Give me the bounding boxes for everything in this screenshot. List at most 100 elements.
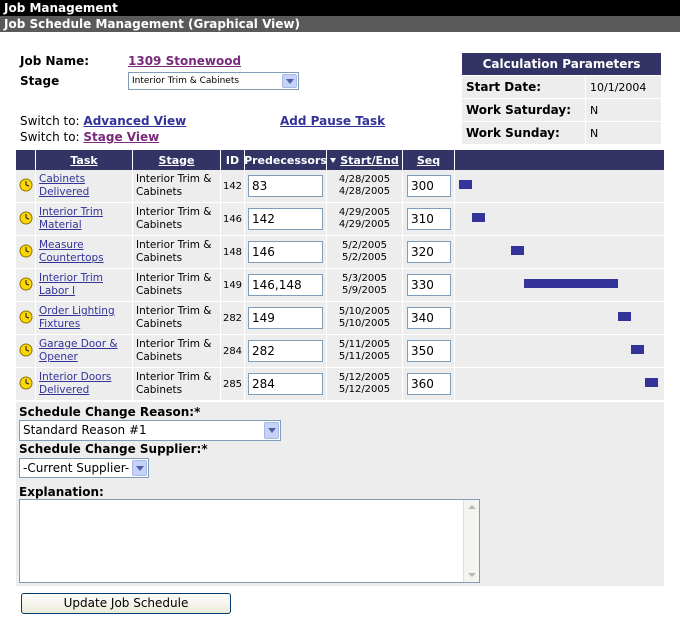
clock-icon [19, 277, 33, 294]
predecessors-input[interactable]: 146 [248, 241, 323, 263]
table-row: Interior Trim Labor I Interior Trim & Cab… [16, 269, 664, 302]
seq-cell: 320 [403, 236, 455, 268]
header-predecessors: Predecessors [244, 150, 327, 170]
gantt-bar [631, 345, 644, 354]
chevron-down-icon [264, 422, 279, 439]
header-task: Task [36, 150, 133, 170]
task-link[interactable]: Interior Trim Material [39, 206, 103, 231]
seq-input[interactable]: 300 [407, 175, 451, 197]
seq-input[interactable]: 350 [407, 340, 451, 362]
gantt-cell [455, 368, 664, 400]
gantt-cell [455, 302, 664, 334]
start-end-cell: 5/3/2005 5/9/2005 [327, 269, 403, 301]
calculation-parameters-panel: Calculation Parameters Start Date: 10/1/… [462, 53, 661, 144]
seq-cell: 310 [403, 203, 455, 235]
gantt-cell [455, 170, 664, 202]
calc-title: Calculation Parameters [462, 53, 661, 75]
seq-input[interactable]: 330 [407, 274, 451, 296]
predecessors-input[interactable]: 284 [248, 373, 323, 395]
predecessors-input[interactable]: 142 [248, 208, 323, 230]
task-cell: Measure Countertops [36, 236, 133, 268]
add-pause-task-link[interactable]: Add Pause Task [280, 114, 385, 128]
task-cell: Interior Doors Delivered [36, 368, 133, 400]
predecessors-input[interactable]: 282 [248, 340, 323, 362]
scroll-down-icon[interactable] [468, 573, 476, 577]
seq-input[interactable]: 320 [407, 241, 451, 263]
gantt-bar [511, 246, 524, 255]
end-date: 4/28/2005 [338, 186, 391, 197]
task-status-cell [16, 269, 36, 301]
supplier-select[interactable]: -Current Supplier- [19, 458, 149, 478]
id-cell: 142 [221, 170, 245, 202]
stage-view-link[interactable]: Stage View [83, 130, 159, 144]
task-link[interactable]: Cabinets Delivered [39, 173, 89, 198]
end-date: 5/2/2005 [342, 252, 387, 263]
task-link[interactable]: Interior Trim Labor I [39, 272, 103, 297]
switch-prefix: Switch to: [20, 114, 80, 128]
sort-seq-link[interactable]: Seq [417, 154, 440, 167]
reason-select-value: Standard Reason #1 [23, 423, 147, 437]
seq-cell: 300 [403, 170, 455, 202]
end-date: 5/12/2005 [338, 384, 391, 395]
switch-prefix: Switch to: [20, 130, 80, 144]
end-date: 4/29/2005 [338, 219, 391, 230]
gantt-cell [455, 335, 664, 367]
job-name-link[interactable]: 1309 Stonewood [128, 54, 241, 68]
update-job-schedule-button[interactable]: Update Job Schedule [21, 593, 231, 614]
seq-cell: 330 [403, 269, 455, 301]
page-title: Job Schedule Management (Graphical View) [0, 16, 680, 32]
table-row: Measure Countertops Interior Trim & Cabin… [16, 236, 664, 269]
gantt-bar [524, 279, 618, 288]
header-start-end: Start/End [327, 150, 403, 170]
task-cell: Interior Trim Labor I [36, 269, 133, 301]
task-cell: Cabinets Delivered [36, 170, 133, 202]
textarea-scrollbar[interactable] [463, 500, 479, 582]
clock-icon [19, 244, 33, 261]
stage-select[interactable]: Interior Trim & Cabinets [128, 72, 299, 90]
job-name-label: Job Name: [20, 54, 90, 68]
supplier-select-value: -Current Supplier- [23, 461, 130, 475]
task-link[interactable]: Order Lighting Fixtures [39, 305, 115, 330]
clock-icon [19, 211, 33, 228]
seq-input[interactable]: 340 [407, 307, 451, 329]
predecessors-cell: 282 [245, 335, 327, 367]
stage-cell: Interior Trim & Cabinets [133, 269, 221, 301]
start-date: 4/29/2005 [338, 207, 391, 218]
app-title: Job Management [0, 0, 680, 16]
stage-cell: Interior Trim & Cabinets [133, 170, 221, 202]
predecessors-input[interactable]: 146,148 [248, 274, 323, 296]
table-row: Garage Door & Opener Interior Trim & Cabi… [16, 335, 664, 368]
chevron-down-icon [282, 74, 297, 88]
predecessors-input[interactable]: 149 [248, 307, 323, 329]
gantt-cell [455, 203, 664, 235]
header-pred-label: Predecessors [244, 153, 327, 167]
sort-stage-link[interactable]: Stage [159, 154, 195, 167]
clock-icon [19, 376, 33, 393]
advanced-view-link[interactable]: Advanced View [83, 114, 186, 128]
task-cell: Order Lighting Fixtures [36, 302, 133, 334]
calc-key: Work Sunday: [466, 126, 560, 140]
start-date: 5/10/2005 [338, 306, 391, 317]
task-status-cell [16, 170, 36, 202]
reason-select[interactable]: Standard Reason #1 [19, 420, 281, 441]
stage-cell: Interior Trim & Cabinets [133, 368, 221, 400]
sort-task-link[interactable]: Task [70, 154, 97, 167]
start-date: 5/12/2005 [338, 372, 391, 383]
gantt-cell [455, 236, 664, 268]
predecessors-input[interactable]: 83 [248, 175, 323, 197]
task-link[interactable]: Interior Doors Delivered [39, 371, 111, 396]
start-date: 4/28/2005 [338, 174, 391, 185]
switch-advanced-row: Switch to: Advanced View [20, 114, 186, 128]
task-link[interactable]: Measure Countertops [39, 239, 104, 264]
id-cell: 282 [221, 302, 245, 334]
task-status-cell [16, 368, 36, 400]
predecessors-cell: 146 [245, 236, 327, 268]
sort-start-end-link[interactable]: Start/End [340, 154, 399, 167]
start-end-cell: 5/2/2005 5/2/2005 [327, 236, 403, 268]
seq-input[interactable]: 360 [407, 373, 451, 395]
explanation-textarea[interactable] [19, 499, 480, 583]
seq-input[interactable]: 310 [407, 208, 451, 230]
scroll-up-icon[interactable] [468, 505, 476, 509]
switch-stage-row: Switch to: Stage View [20, 130, 159, 144]
task-link[interactable]: Garage Door & Opener [39, 338, 118, 363]
